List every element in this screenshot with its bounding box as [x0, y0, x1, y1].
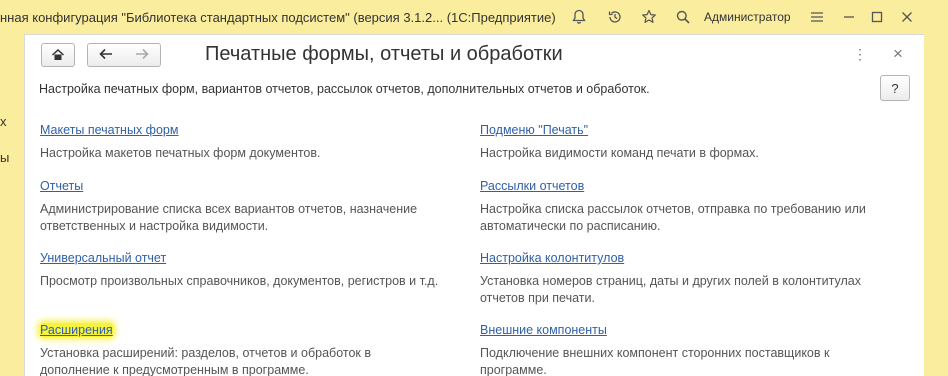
- home-button[interactable]: [41, 43, 75, 67]
- search-icon[interactable]: [672, 6, 694, 28]
- item-description: Подключение внешних компонент сторонних …: [480, 346, 830, 376]
- list-item: Внешние компоненты Подключение внешних к…: [480, 321, 860, 376]
- minimize-icon[interactable]: [838, 6, 860, 28]
- report-mailings-link[interactable]: Рассылки отчетов: [480, 179, 584, 193]
- maximize-icon[interactable]: [866, 6, 888, 28]
- print-submenu-link[interactable]: Подменю "Печать": [480, 123, 588, 137]
- help-button[interactable]: ?: [880, 75, 910, 101]
- form-window: Печатные формы, отчеты и обработки ⋮ × Н…: [24, 34, 924, 376]
- menu-lines-icon[interactable]: [806, 6, 828, 28]
- back-arrow-icon[interactable]: [99, 48, 113, 63]
- list-item: Подменю "Печать" Настройка видимости ком…: [480, 121, 890, 162]
- section-text-fragment: х: [0, 114, 7, 129]
- headers-footers-link[interactable]: Настройка колонтитулов: [480, 251, 624, 265]
- list-item: Универсальный отчет Просмотр произвольны…: [40, 249, 470, 290]
- item-description: Настройка макетов печатных форм документ…: [40, 146, 321, 160]
- item-description: Просмотр произвольных справочников, доку…: [40, 274, 439, 288]
- reports-link[interactable]: Отчеты: [40, 179, 83, 193]
- item-description: Администрирование списка всех вариантов …: [40, 202, 418, 233]
- app-title: нная конфигурация "Библиотека стандартны…: [0, 10, 556, 25]
- favorites-star-icon[interactable]: [638, 6, 660, 28]
- item-description: Установка расширений: разделов, отчетов …: [40, 346, 371, 376]
- user-name[interactable]: Администратор: [704, 10, 791, 24]
- universal-report-link[interactable]: Универсальный отчет: [40, 251, 166, 265]
- close-app-icon[interactable]: [896, 6, 918, 28]
- close-form-icon[interactable]: ×: [889, 44, 907, 63]
- title-bar: нная конфигурация "Библиотека стандартны…: [0, 0, 948, 34]
- item-description: Настройка списка рассылок отчетов, отпра…: [480, 202, 866, 233]
- more-actions-icon[interactable]: ⋮: [851, 45, 869, 63]
- list-item: Расширения Установка расширений: раздело…: [40, 321, 400, 376]
- list-item: Настройка колонтитулов Установка номеров…: [480, 249, 900, 307]
- page-title: Печатные формы, отчеты и обработки: [205, 43, 563, 65]
- item-description: Настройка видимости команд печати в форм…: [480, 146, 759, 160]
- section-panel-fragment: х ы: [0, 34, 24, 376]
- history-icon[interactable]: [604, 6, 626, 28]
- external-components-link[interactable]: Внешние компоненты: [480, 323, 607, 337]
- list-item: Макеты печатных форм Настройка макетов п…: [40, 121, 450, 162]
- extensions-link[interactable]: Расширения: [40, 323, 113, 337]
- navigation-buttons: [87, 43, 161, 67]
- print-form-templates-link[interactable]: Макеты печатных форм: [40, 123, 178, 137]
- forward-arrow-icon[interactable]: [135, 48, 149, 63]
- right-frame-strip: [924, 34, 948, 376]
- page-subtitle: Настройка печатных форм, вариантов отчет…: [39, 82, 650, 96]
- list-item: Рассылки отчетов Настройка списка рассыл…: [480, 177, 900, 235]
- home-icon: [51, 48, 65, 60]
- list-item: Отчеты Администрирование списка всех вар…: [40, 177, 445, 235]
- item-description: Установка номеров страниц, даты и других…: [480, 274, 861, 305]
- section-text-fragment: ы: [0, 150, 10, 165]
- notifications-icon[interactable]: [568, 6, 590, 28]
